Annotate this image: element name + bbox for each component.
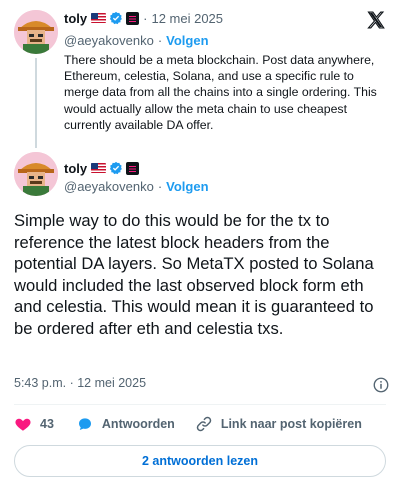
- divider: [14, 404, 386, 405]
- avatar[interactable]: [14, 10, 58, 54]
- like-button[interactable]: 43: [14, 415, 54, 433]
- parent-author-row: toly · 12 mei 2025: [64, 9, 223, 27]
- main-author-row: toly: [64, 159, 140, 177]
- like-count: 43: [40, 417, 54, 431]
- us-flag-icon: [91, 163, 107, 173]
- copy-link-button[interactable]: Link naar post kopiëren: [195, 415, 362, 433]
- author-name[interactable]: toly: [64, 11, 87, 26]
- tweet-embed-card: toly · 12 mei 2025 @aeyakovenko · Volgen…: [0, 0, 400, 491]
- heart-icon: [15, 418, 31, 431]
- separator-dot: ·: [157, 179, 163, 194]
- main-handle-row: @aeyakovenko · Volgen: [64, 179, 209, 194]
- us-flag-icon: [91, 13, 107, 23]
- author-handle[interactable]: @aeyakovenko: [64, 179, 154, 194]
- link-icon: [196, 416, 212, 432]
- parent-tweet-text: There should be a meta blockchain. Post …: [64, 53, 377, 132]
- tweet-timestamp[interactable]: 5:43 p.m. · 12 mei 2025: [14, 376, 146, 390]
- follow-button[interactable]: Volgen: [166, 179, 208, 194]
- tweet-date[interactable]: 12 mei 2025: [151, 11, 223, 26]
- separator-dot: ·: [143, 10, 148, 26]
- speech-bubble-icon: [78, 418, 91, 430]
- x-logo-icon[interactable]: [366, 10, 386, 30]
- affiliate-badge-icon: [126, 11, 140, 25]
- author-handle[interactable]: @aeyakovenko: [64, 33, 154, 48]
- thread-connector-line: [35, 58, 37, 148]
- parent-handle-row: @aeyakovenko · Volgen: [64, 33, 209, 48]
- avatar[interactable]: [14, 152, 58, 196]
- read-replies-button[interactable]: 2 antwoorden lezen: [14, 445, 386, 477]
- info-icon[interactable]: [372, 376, 390, 394]
- author-name[interactable]: toly: [64, 161, 87, 176]
- affiliate-badge-icon: [126, 161, 140, 175]
- action-bar: 43 Antwoorden Link naar post kopiëren: [14, 414, 362, 434]
- verified-badge-icon: [110, 11, 123, 25]
- main-tweet-text: Simple way to do this would be for the t…: [14, 211, 374, 338]
- follow-button[interactable]: Volgen: [166, 33, 208, 48]
- copy-link-label: Link naar post kopiëren: [220, 417, 362, 431]
- reply-label: Antwoorden: [101, 417, 175, 431]
- verified-badge-icon: [110, 161, 123, 175]
- separator-dot: ·: [157, 33, 163, 48]
- reply-button[interactable]: Antwoorden: [76, 415, 175, 433]
